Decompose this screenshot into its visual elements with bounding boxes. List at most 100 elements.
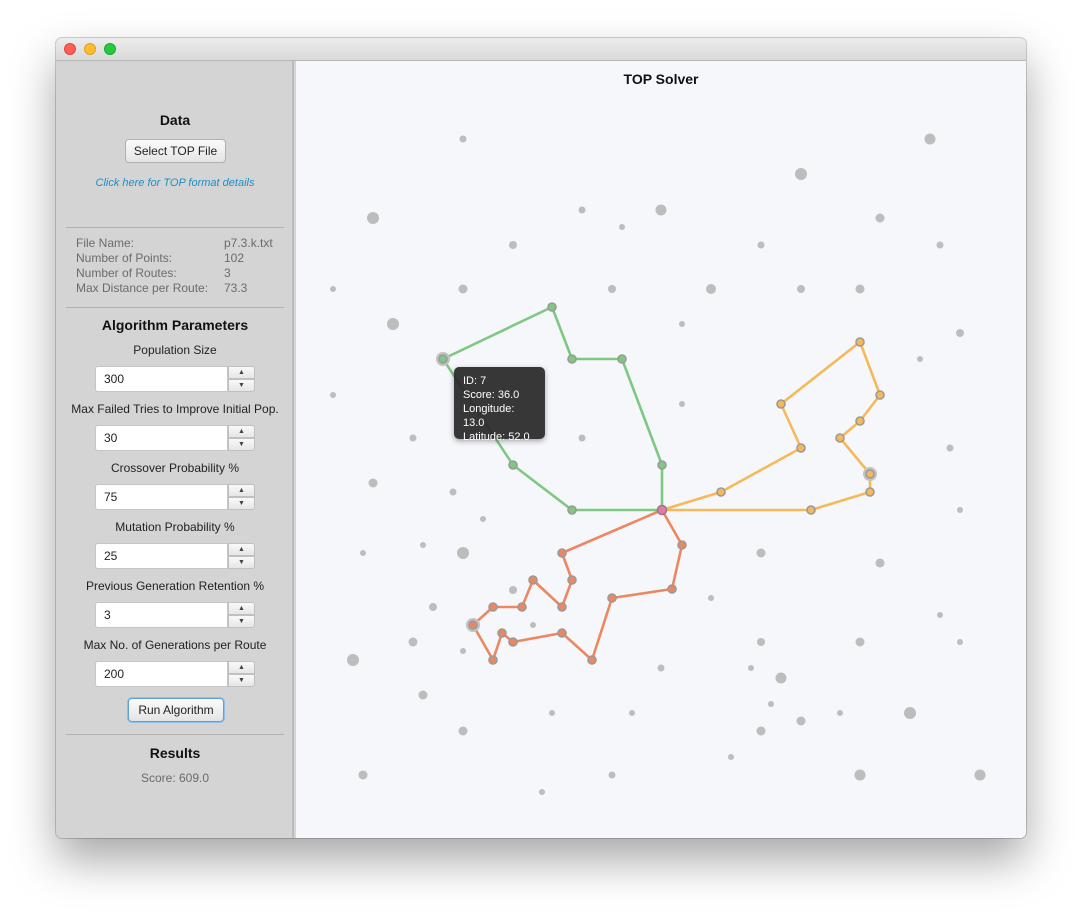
route-point[interactable] bbox=[875, 390, 885, 400]
map-point[interactable] bbox=[358, 770, 368, 780]
map-point[interactable] bbox=[854, 769, 866, 781]
increment-arrow-icon[interactable]: ▲ bbox=[228, 543, 255, 556]
map-point[interactable] bbox=[904, 707, 916, 719]
route-map[interactable] bbox=[296, 61, 1026, 838]
route-point[interactable] bbox=[567, 505, 577, 515]
map-point[interactable] bbox=[855, 637, 865, 647]
map-point[interactable] bbox=[657, 664, 665, 672]
route-point[interactable] bbox=[677, 540, 687, 550]
increment-arrow-icon[interactable]: ▲ bbox=[228, 425, 255, 438]
map-point[interactable] bbox=[775, 672, 787, 684]
map-point[interactable] bbox=[629, 710, 635, 716]
map-point[interactable] bbox=[408, 637, 418, 647]
map-point[interactable] bbox=[706, 284, 716, 294]
route-point[interactable] bbox=[776, 399, 786, 409]
decrement-arrow-icon[interactable]: ▼ bbox=[228, 497, 255, 510]
map-point[interactable] bbox=[796, 716, 806, 726]
route-point[interactable] bbox=[488, 655, 498, 665]
route-point[interactable] bbox=[557, 628, 567, 638]
map-point[interactable] bbox=[679, 401, 685, 407]
route-point[interactable] bbox=[557, 602, 567, 612]
minimize-window-button[interactable] bbox=[84, 43, 96, 55]
map-point[interactable] bbox=[367, 212, 379, 224]
map-point[interactable] bbox=[457, 547, 469, 559]
map-point[interactable] bbox=[875, 558, 885, 568]
map-point[interactable] bbox=[549, 710, 555, 716]
route-point[interactable] bbox=[567, 575, 577, 585]
map-point[interactable] bbox=[946, 444, 954, 452]
map-point[interactable] bbox=[728, 754, 734, 760]
decrement-arrow-icon[interactable]: ▼ bbox=[228, 556, 255, 569]
map-point[interactable] bbox=[330, 286, 336, 292]
map-point[interactable] bbox=[679, 321, 685, 327]
close-window-button[interactable] bbox=[64, 43, 76, 55]
map-point[interactable] bbox=[936, 241, 944, 249]
map-point[interactable] bbox=[530, 622, 536, 628]
map-point[interactable] bbox=[539, 789, 545, 795]
map-point[interactable] bbox=[957, 507, 963, 513]
map-point[interactable] bbox=[420, 542, 426, 548]
depot-point[interactable] bbox=[656, 504, 668, 516]
map-point[interactable] bbox=[748, 665, 754, 671]
route-point[interactable] bbox=[468, 620, 478, 630]
map-point[interactable] bbox=[757, 241, 765, 249]
map-point[interactable] bbox=[347, 654, 359, 666]
route-point[interactable] bbox=[557, 548, 567, 558]
route-point[interactable] bbox=[855, 337, 865, 347]
map-point[interactable] bbox=[875, 213, 885, 223]
route-point[interactable] bbox=[716, 487, 726, 497]
increment-arrow-icon[interactable]: ▲ bbox=[228, 366, 255, 379]
top-format-details-link[interactable]: Click here for TOP format details bbox=[56, 177, 294, 189]
map-point[interactable] bbox=[458, 284, 468, 294]
route-point[interactable] bbox=[617, 354, 627, 364]
decrement-arrow-icon[interactable]: ▼ bbox=[228, 438, 255, 451]
map-point[interactable] bbox=[368, 478, 378, 488]
route-point[interactable] bbox=[796, 443, 806, 453]
map-point[interactable] bbox=[418, 690, 428, 700]
route-point[interactable] bbox=[806, 505, 816, 515]
route-point[interactable] bbox=[488, 602, 498, 612]
route-point[interactable] bbox=[855, 416, 865, 426]
retention-input[interactable]: 3 bbox=[95, 602, 228, 628]
map-point[interactable] bbox=[459, 135, 467, 143]
map-point[interactable] bbox=[509, 241, 517, 249]
map-point[interactable] bbox=[449, 488, 457, 496]
map-point[interactable] bbox=[917, 356, 923, 362]
map-point[interactable] bbox=[768, 701, 774, 707]
decrement-arrow-icon[interactable]: ▼ bbox=[228, 674, 255, 687]
max-generations-input[interactable]: 200 bbox=[95, 661, 228, 687]
route-point[interactable] bbox=[667, 584, 677, 594]
zoom-window-button[interactable] bbox=[104, 43, 116, 55]
map-point[interactable] bbox=[387, 318, 399, 330]
route-point[interactable] bbox=[657, 460, 667, 470]
map-point[interactable] bbox=[974, 769, 986, 781]
increment-arrow-icon[interactable]: ▲ bbox=[228, 602, 255, 615]
route-point[interactable] bbox=[607, 593, 617, 603]
map-point[interactable] bbox=[608, 285, 616, 293]
decrement-arrow-icon[interactable]: ▼ bbox=[228, 379, 255, 392]
map-point[interactable] bbox=[509, 586, 517, 594]
route-point[interactable] bbox=[567, 354, 577, 364]
run-algorithm-button[interactable]: Run Algorithm bbox=[128, 698, 224, 722]
population-size-input[interactable]: 300 bbox=[95, 366, 228, 392]
map-point[interactable] bbox=[757, 638, 765, 646]
route-point[interactable] bbox=[528, 575, 538, 585]
map-point[interactable] bbox=[655, 204, 667, 216]
decrement-arrow-icon[interactable]: ▼ bbox=[228, 615, 255, 628]
route-point[interactable] bbox=[587, 655, 597, 665]
map-point[interactable] bbox=[578, 206, 586, 214]
crossover-probability-input[interactable]: 75 bbox=[95, 484, 228, 510]
increment-arrow-icon[interactable]: ▲ bbox=[228, 484, 255, 497]
route-point[interactable] bbox=[438, 354, 448, 364]
map-point[interactable] bbox=[937, 612, 943, 618]
route-point[interactable] bbox=[497, 628, 507, 638]
route-point[interactable] bbox=[865, 469, 875, 479]
map-panel[interactable]: TOP Solver ID: 7 Score: 36.0 Longitude: … bbox=[296, 61, 1026, 838]
map-point[interactable] bbox=[429, 603, 437, 611]
route-point[interactable] bbox=[865, 487, 875, 497]
map-point[interactable] bbox=[837, 710, 843, 716]
map-point[interactable] bbox=[956, 329, 964, 337]
map-point[interactable] bbox=[924, 133, 936, 145]
map-point[interactable] bbox=[797, 285, 805, 293]
route-point[interactable] bbox=[547, 302, 557, 312]
